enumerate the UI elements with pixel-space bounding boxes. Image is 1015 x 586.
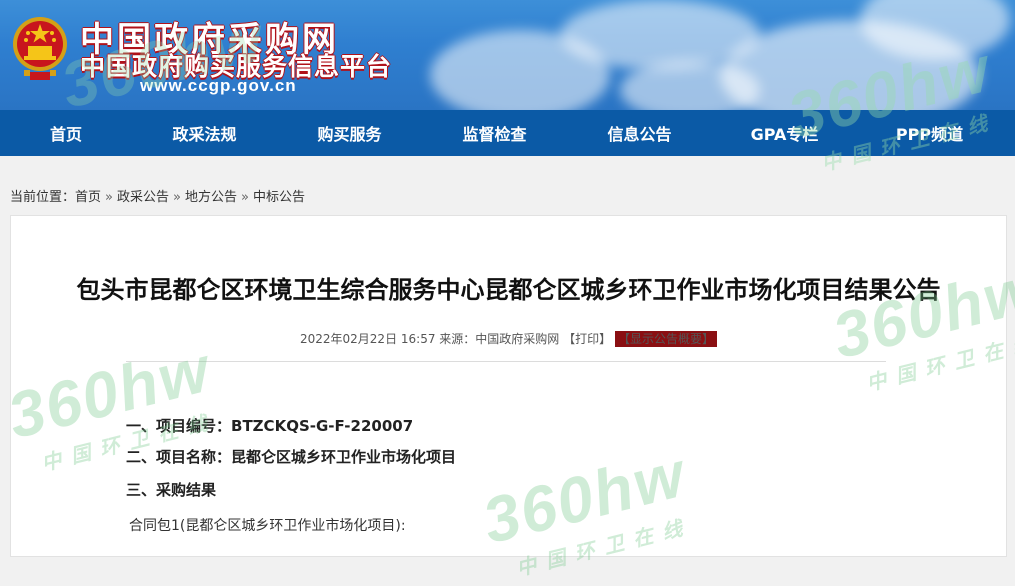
breadcrumb-separator: » xyxy=(241,190,249,205)
article-date: 2022年02月22日 16:57 xyxy=(299,332,436,346)
nav-item-regulations[interactable]: 政采法规 xyxy=(132,121,277,145)
procurement-result-heading: 三、采购结果 xyxy=(126,479,216,500)
breadcrumb-item-local-announcements[interactable]: 地方公告 xyxy=(185,190,237,205)
project-name-label: 二、项目名称： xyxy=(126,448,232,466)
contract-package-line: 合同包1(昆都仑区城乡环卫作业市场化项目): xyxy=(129,518,406,534)
project-number-value: BTZCKQS-G-F-220007 xyxy=(231,417,414,435)
show-summary-button[interactable]: 【显示公告概要】 xyxy=(614,331,717,347)
print-link[interactable]: 【打印】 xyxy=(563,332,611,346)
article-source: 来源：中国政府采购网 xyxy=(439,332,560,346)
breadcrumb: 当前位置：首页 » 政采公告 » 地方公告 » 中标公告 xyxy=(10,186,305,205)
main-nav: 首页 政采法规 购买服务 监督检查 信息公告 GPA专栏 PPP频道 xyxy=(0,110,1015,156)
nav-item-purchase-services[interactable]: 购买服务 xyxy=(277,121,422,145)
nav-item-ppp[interactable]: PPP频道 xyxy=(857,121,1002,145)
project-number-line: 一、项目编号：BTZCKQS-G-F-220007 xyxy=(126,415,413,436)
procurement-result-label: 三、采购结果 xyxy=(126,481,217,499)
project-name-line: 二、项目名称：昆都仑区城乡环卫作业市场化项目 xyxy=(126,446,456,467)
nav-item-gpa[interactable]: GPA专栏 xyxy=(712,121,857,145)
nav-item-announcements[interactable]: 信息公告 xyxy=(567,121,712,145)
article-title: 包头市昆都仑区环境卫生综合服务中心昆都仑区城乡环卫作业市场化项目结果公告 xyxy=(76,276,941,304)
divider xyxy=(126,361,886,362)
breadcrumb-separator: » xyxy=(173,190,181,205)
breadcrumb-item-gov-announcements[interactable]: 政采公告 xyxy=(117,190,169,205)
project-name-value: 昆都仑区城乡环卫作业市场化项目 xyxy=(231,448,457,466)
breadcrumb-separator: » xyxy=(105,190,113,205)
nav-item-supervision[interactable]: 监督检查 xyxy=(422,121,567,145)
article-meta: 2022年02月22日 16:57 来源：中国政府采购网 【打印】 【显示公告概… xyxy=(11,330,1006,347)
project-number-label: 一、项目编号： xyxy=(126,417,232,435)
article-container: 包头市昆都仑区环境卫生综合服务中心昆都仑区城乡环卫作业市场化项目结果公告 202… xyxy=(10,215,1007,557)
nav-item-home[interactable]: 首页 xyxy=(0,121,132,145)
breadcrumb-item-home[interactable]: 首页 xyxy=(75,190,101,205)
site-url[interactable]: www.ccgp.gov.cn xyxy=(140,76,297,96)
site-banner: 中国政府采购网 中国政府购买服务信息平台 www.ccgp.gov.cn xyxy=(0,0,1015,110)
national-emblem-icon xyxy=(13,17,67,80)
breadcrumb-prefix: 当前位置： xyxy=(10,190,76,205)
breadcrumb-item-award-announcements[interactable]: 中标公告 xyxy=(253,190,305,205)
